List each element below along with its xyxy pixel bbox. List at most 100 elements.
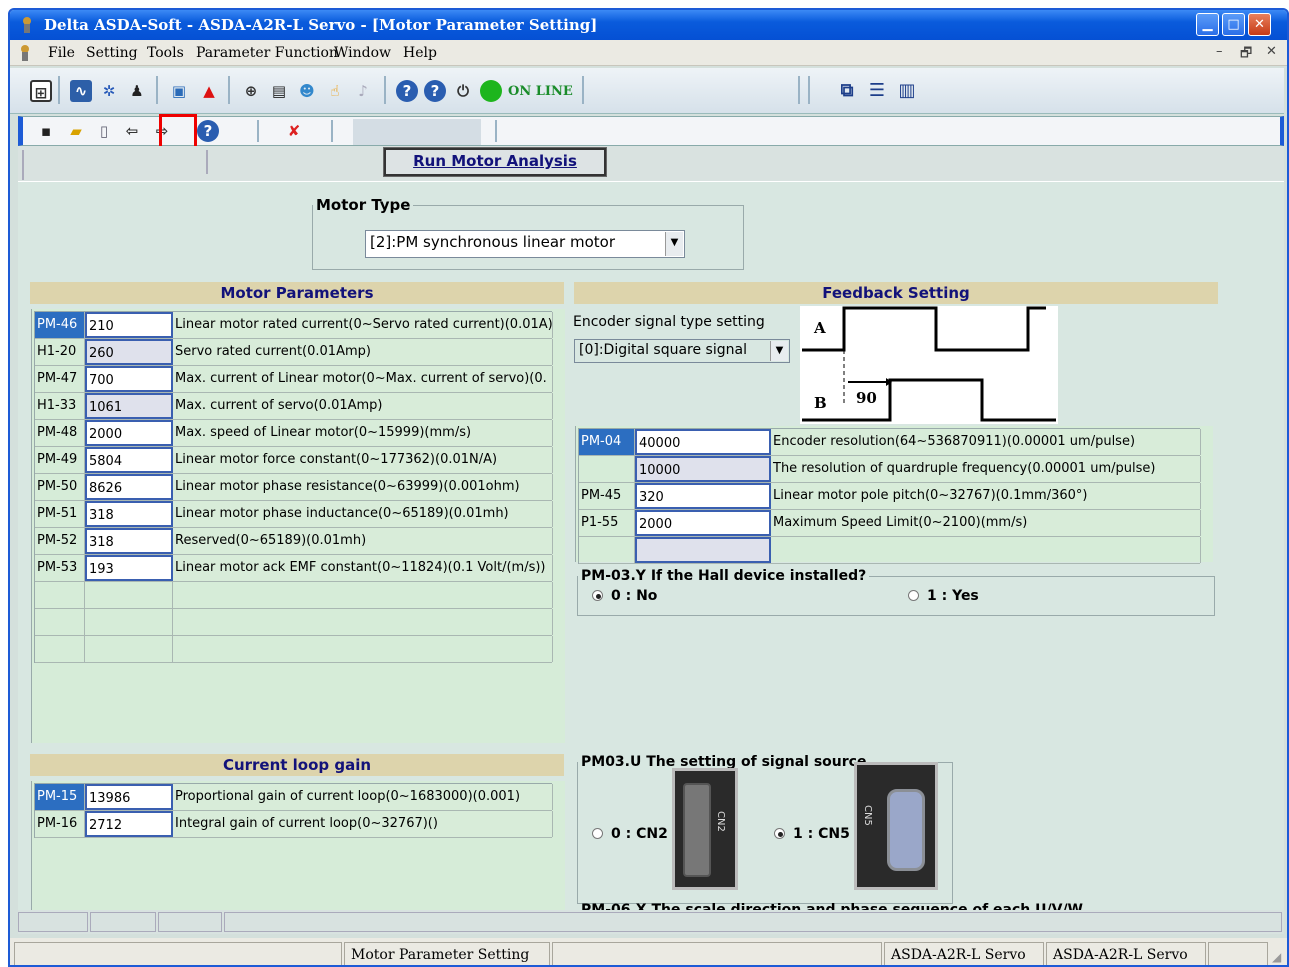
cn5-port-shape <box>887 789 925 871</box>
param-value-input[interactable]: 2000 <box>635 510 771 536</box>
motor-parameters-pane: PM-46 210 Linear motor rated current(0~Ser… <box>31 309 565 743</box>
encoder-signal-type-select[interactable]: [0]:Digital square signal ▼ <box>574 339 790 363</box>
encoder-signal-type-value: [0]:Digital square signal <box>579 342 747 358</box>
status-device-1: ASDA-A2R-L Servo <box>884 942 1044 965</box>
new-file-icon[interactable]: ▯ <box>93 120 115 142</box>
status-pane <box>1208 942 1268 965</box>
menu-parameter-function[interactable]: Parameter Function <box>196 45 338 61</box>
menu-file[interactable]: File <box>48 45 75 61</box>
toolbar-blank-field <box>353 119 481 145</box>
motor-type-value: [2]:PM synchronous linear motor <box>370 233 616 251</box>
param-id: PM-46 <box>35 312 85 338</box>
mdi-close-icon[interactable]: ✕ <box>1266 44 1277 59</box>
table-row: PM-46 210 Linear motor rated current(0~Ser… <box>35 312 553 339</box>
encoder-signal-diagram: A B 90 <box>800 306 1058 424</box>
toolbar-separator <box>257 120 259 142</box>
save-icon[interactable]: ▪ <box>35 120 57 142</box>
mdi-restore-icon[interactable]: 🗗 <box>1240 44 1252 66</box>
tuning-icon[interactable]: ♪ <box>352 80 374 102</box>
hall-option-no[interactable]: 0 : No <box>592 588 657 604</box>
data-icon[interactable]: ▤ <box>268 80 290 102</box>
cn2-port-shape <box>683 783 711 877</box>
scope-icon[interactable]: ∿ <box>70 80 92 102</box>
param-value-input[interactable]: 318 <box>85 501 173 527</box>
signal-source-group: PM03.U The setting of signal source 0 : … <box>577 754 953 904</box>
resize-grip-icon[interactable]: ◢ <box>1272 950 1281 964</box>
app-menu-icon[interactable] <box>16 44 34 62</box>
connection-icon[interactable]: ⏻ <box>452 80 474 102</box>
radio-unselected-icon[interactable] <box>592 828 603 839</box>
param-value-input[interactable]: 2000 <box>85 420 173 446</box>
hall-device-group: PM-03.Y If the Hall device installed? 0 … <box>577 568 1215 616</box>
hall-option-yes-label: 1 : Yes <box>927 588 979 604</box>
motor-type-select[interactable]: [2]:PM synchronous linear motor ▼ <box>365 230 685 258</box>
chevron-down-icon[interactable]: ▼ <box>665 232 683 256</box>
signal-source-cn2[interactable]: 0 : CN2 <box>592 826 668 842</box>
param-value-input[interactable]: 2712 <box>85 811 173 837</box>
param-value-input <box>85 582 173 608</box>
context-help-icon[interactable]: ? <box>424 80 446 102</box>
run-motor-analysis-button[interactable]: Run Motor Analysis <box>383 147 607 177</box>
toolbar-separator <box>156 76 158 104</box>
help-icon[interactable]: ? <box>396 80 418 102</box>
close-button[interactable]: ✕ <box>1248 13 1271 36</box>
param-value-input[interactable]: 260 <box>85 339 173 365</box>
param-description: Linear motor force constant(0~177362)(0.… <box>173 447 553 473</box>
menu-tools[interactable]: Tools <box>147 45 184 61</box>
mdi-minimize-icon[interactable]: – <box>1216 44 1223 59</box>
param-value-input[interactable]: 318 <box>85 528 173 554</box>
digital-io-icon[interactable]: ⊕ <box>240 80 262 102</box>
radio-selected-icon[interactable] <box>774 828 785 839</box>
param-description: Reserved(0~65189)(0.01mh) <box>173 528 553 554</box>
signal-source-cn5-label: 1 : CN5 <box>793 826 850 842</box>
param-value-input[interactable]: 210 <box>85 312 173 338</box>
table-row: PM-49 5804 Linear motor force constant(0~1… <box>35 447 553 474</box>
param-description: Linear motor phase inductance(0~65189)(0… <box>173 501 553 527</box>
param-value-input[interactable]: 1061 <box>85 393 173 419</box>
param-id: P1-55 <box>579 510 635 536</box>
clear-icon[interactable]: ✘ <box>283 120 305 142</box>
param-value-input[interactable]: 193 <box>85 555 173 581</box>
table-row: 10000 The resolution of quardruple freque… <box>579 456 1201 483</box>
child-toolbar: ▪ ▰ ▯ ⇦ ⇨ ? ✘ <box>18 114 1284 149</box>
minimize-button[interactable]: ▁ <box>1196 13 1219 36</box>
alarm-icon[interactable]: ▲ <box>198 80 220 102</box>
param-value-input[interactable]: 320 <box>635 483 771 509</box>
menu-setting[interactable]: Setting <box>86 45 138 61</box>
table-row <box>35 636 553 663</box>
param-value-input[interactable]: 700 <box>85 366 173 392</box>
signal-source-cn5[interactable]: 1 : CN5 <box>774 826 850 842</box>
param-value-input[interactable]: 5804 <box>85 447 173 473</box>
current-loop-table: PM-15 13986 Proportional gain of current l… <box>34 783 553 838</box>
monitor-icon[interactable]: ▣ <box>168 80 190 102</box>
help-icon[interactable]: ? <box>197 120 219 142</box>
tile-vertical-icon[interactable]: ▥ <box>896 80 918 102</box>
table-row: PM-45 320 Linear motor pole pitch(0~32767)… <box>579 483 1201 510</box>
radio-unselected-icon[interactable] <box>908 590 919 601</box>
tile-horizontal-icon[interactable]: ☰ <box>866 80 888 102</box>
table-row: PM-53 193 Linear motor ack EMF constant(0~… <box>35 555 553 582</box>
parameter-editor-icon[interactable]: ⊞ <box>30 80 52 102</box>
cascade-windows-icon[interactable]: ⧉ <box>836 80 858 102</box>
param-description: Linear motor ack EMF constant(0~11824)(0… <box>173 555 553 581</box>
param-value-input[interactable]: 40000 <box>635 429 771 455</box>
menu-help[interactable]: Help <box>403 45 437 61</box>
read-from-drive-icon[interactable]: ⇦ <box>121 120 143 142</box>
radio-selected-icon[interactable] <box>592 590 603 601</box>
chevron-down-icon[interactable]: ▼ <box>770 341 788 361</box>
jog-icon[interactable]: ♟ <box>126 80 148 102</box>
hall-option-yes[interactable]: 1 : Yes <box>908 588 979 604</box>
param-id <box>35 582 85 608</box>
param-value-input[interactable]: 8626 <box>85 474 173 500</box>
open-folder-icon[interactable]: ▰ <box>65 120 87 142</box>
param-value-input[interactable]: 13986 <box>85 784 173 810</box>
param-id <box>35 636 85 662</box>
cn2-connector-image: CN2 <box>672 768 738 890</box>
param-value-input[interactable]: 10000 <box>635 456 771 482</box>
users-icon[interactable]: ☻ <box>296 80 318 102</box>
maximize-button[interactable]: □ <box>1222 13 1245 36</box>
menu-window[interactable]: Window <box>334 45 391 61</box>
param-description <box>173 582 553 608</box>
gear-icon[interactable]: ✲ <box>98 80 120 102</box>
hand-icon[interactable]: ☝ <box>324 80 346 102</box>
